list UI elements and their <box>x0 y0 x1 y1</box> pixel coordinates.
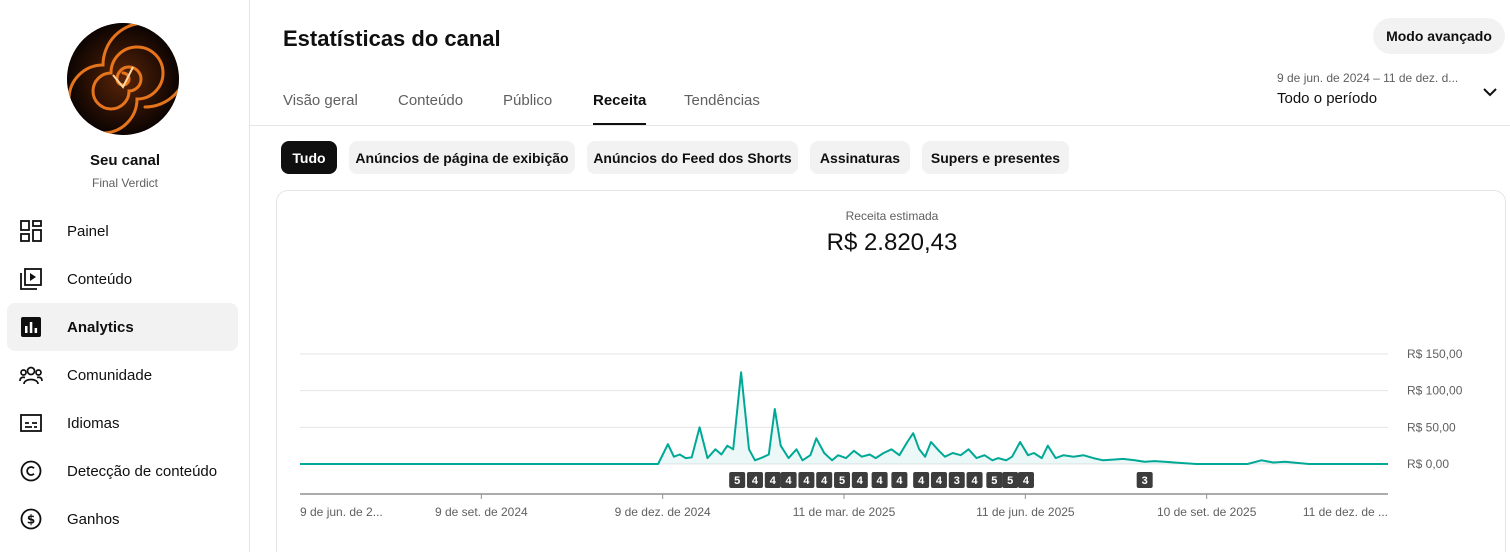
svg-text:4: 4 <box>803 475 810 487</box>
x-tick-label: 11 de mar. de 2025 <box>793 505 896 519</box>
y-tick-label: R$ 150,00 <box>1407 347 1463 361</box>
svg-text:5: 5 <box>734 475 740 487</box>
video-marker[interactable]: 5 <box>834 472 851 488</box>
video-marker[interactable]: 4 <box>966 472 983 488</box>
x-tick-label: 10 de set. de 2025 <box>1157 505 1257 519</box>
video-marker[interactable]: 4 <box>764 472 781 488</box>
svg-text:4: 4 <box>770 475 777 487</box>
video-marker[interactable]: 4 <box>871 472 888 488</box>
svg-text:4: 4 <box>786 475 793 487</box>
svg-text:5: 5 <box>1007 475 1013 487</box>
y-tick-label: R$ 50,00 <box>1407 420 1456 434</box>
video-marker[interactable]: 4 <box>798 472 815 488</box>
x-tick-label: 9 de set. de 2024 <box>435 505 528 519</box>
video-marker[interactable]: 5 <box>986 472 1003 488</box>
video-marker[interactable]: 3 <box>1136 472 1153 488</box>
svg-text:4: 4 <box>857 475 864 487</box>
svg-text:4: 4 <box>821 475 828 487</box>
video-marker[interactable]: 4 <box>913 472 930 488</box>
svg-text:4: 4 <box>918 475 925 487</box>
svg-text:4: 4 <box>896 475 903 487</box>
svg-text:4: 4 <box>971 475 978 487</box>
svg-text:3: 3 <box>954 475 960 487</box>
x-tick-label: 9 de jun. de 2... <box>300 505 383 519</box>
x-tick-label: 9 de dez. de 2024 <box>615 505 711 519</box>
video-marker[interactable]: 4 <box>930 472 947 488</box>
svg-text:5: 5 <box>991 475 997 487</box>
video-marker[interactable]: 4 <box>1017 472 1034 488</box>
svg-text:5: 5 <box>839 475 845 487</box>
video-marker[interactable]: 4 <box>780 472 797 488</box>
video-marker[interactable]: 5 <box>729 472 746 488</box>
series-area <box>300 372 1388 464</box>
video-marker[interactable]: 4 <box>891 472 908 488</box>
revenue-line-chart[interactable]: R$ 150,00 R$ 100,00 R$ 50,00 R$ 0,00 9 de ju… <box>0 0 1510 552</box>
video-marker[interactable]: 3 <box>948 472 965 488</box>
video-marker[interactable]: 5 <box>1002 472 1019 488</box>
svg-text:4: 4 <box>1023 475 1030 487</box>
y-tick-label: R$ 100,00 <box>1407 384 1463 398</box>
svg-text:4: 4 <box>877 475 884 487</box>
svg-text:3: 3 <box>1142 475 1148 487</box>
video-marker[interactable]: 4 <box>851 472 868 488</box>
x-tick-label: 11 de dez. de ... <box>1303 505 1388 519</box>
svg-text:4: 4 <box>936 475 943 487</box>
video-marker[interactable]: 4 <box>816 472 833 488</box>
series-line <box>300 371 1388 465</box>
video-marker[interactable]: 4 <box>746 472 763 488</box>
x-tick-label: 11 de jun. de 2025 <box>976 505 1075 519</box>
svg-text:4: 4 <box>752 475 759 487</box>
y-tick-label: R$ 0,00 <box>1407 457 1449 471</box>
